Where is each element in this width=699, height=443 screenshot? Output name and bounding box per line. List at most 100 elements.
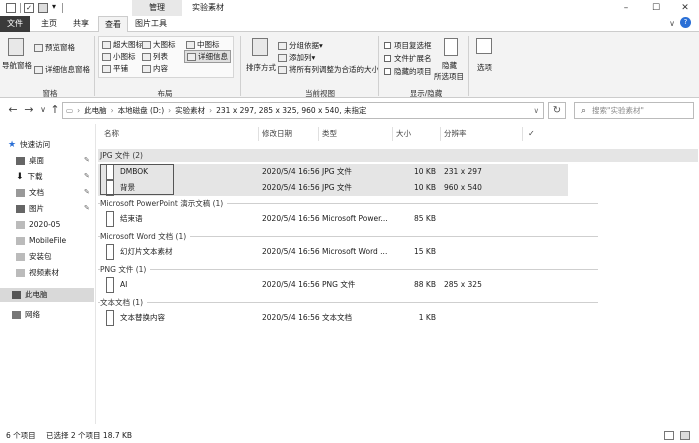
- column-header-name[interactable]: 名称: [104, 127, 119, 141]
- layout-extra-large-icons[interactable]: 超大图标: [102, 39, 143, 50]
- tab-view[interactable]: 查看: [98, 16, 128, 32]
- tab-file[interactable]: 文件: [0, 16, 30, 32]
- checkbox[interactable]: [384, 42, 391, 49]
- file-row-closing[interactable]: 结束语 2020/5/4 16:56 Microsoft Power... 85…: [98, 211, 568, 227]
- item-checkboxes-toggle[interactable]: 项目复选框: [384, 40, 432, 51]
- folder-icon: [6, 3, 16, 13]
- layout-details[interactable]: 详细信息: [184, 50, 231, 63]
- chevron-right-icon: ›: [77, 106, 81, 115]
- breadcrumb-drive[interactable]: 本地磁盘 (D:): [118, 105, 165, 116]
- group-by-button[interactable]: 分组依据 ▾: [278, 40, 323, 51]
- column-header-resolution[interactable]: 分辨率: [444, 127, 467, 141]
- navigation-pane-button[interactable]: 导航窗格: [2, 60, 32, 71]
- tab-home[interactable]: 主页: [34, 16, 64, 32]
- details-view-icon[interactable]: [664, 431, 674, 440]
- divider[interactable]: [318, 127, 319, 141]
- back-button[interactable]: ←: [6, 103, 20, 117]
- new-folder-icon[interactable]: [38, 3, 48, 13]
- minimize-button[interactable]: –: [612, 0, 640, 16]
- column-header-size[interactable]: 大小: [396, 127, 411, 141]
- options-button[interactable]: 选项: [477, 62, 492, 73]
- group-label: JPG 文件 (2): [100, 151, 143, 160]
- tab-share[interactable]: 共享: [66, 16, 96, 32]
- pc-icon: ▭: [66, 106, 74, 115]
- nav-documents[interactable]: 文档: [16, 186, 44, 200]
- file-extensions-toggle[interactable]: 文件扩展名: [384, 53, 432, 64]
- add-column-button[interactable]: 添加列 ▾: [278, 52, 315, 63]
- divider[interactable]: [522, 127, 523, 141]
- layout-small-icons[interactable]: 小图标: [102, 51, 136, 62]
- group-header-png[interactable]: PNG 文件 (1): [98, 263, 598, 276]
- nav-folder-video[interactable]: 视频素材: [16, 266, 59, 280]
- forward-button[interactable]: →: [22, 103, 36, 117]
- address-input[interactable]: ▭ › 此电脑 › 本地磁盘 (D:) › 实验素材 › 231 x 297, …: [62, 102, 544, 119]
- sort-by-button[interactable]: 排序方式: [246, 62, 276, 73]
- file-row-text-replace[interactable]: 文本替换内容 2020/5/4 16:56 文本文档 1 KB: [98, 310, 568, 326]
- checkbox[interactable]: [384, 68, 391, 75]
- hide-selected-icon[interactable]: [444, 38, 458, 56]
- pin-icon[interactable]: ✎: [84, 188, 90, 196]
- file-row-ai[interactable]: AI 2020/5/4 16:56 PNG 文件 88 KB 285 x 325: [98, 277, 568, 293]
- pin-icon[interactable]: ✎: [84, 156, 90, 164]
- group-header-jpg[interactable]: JPG 文件 (2): [98, 149, 598, 162]
- breadcrumb-this-pc[interactable]: 此电脑: [84, 105, 107, 116]
- maximize-button[interactable]: ☐: [642, 0, 670, 16]
- divider[interactable]: [392, 127, 393, 141]
- column-header-type[interactable]: 类型: [322, 127, 337, 141]
- hide-selected-label[interactable]: 隐藏: [442, 60, 457, 71]
- layout-medium-icons[interactable]: 中图标: [186, 39, 220, 50]
- preview-pane-button[interactable]: 预览窗格: [34, 42, 75, 53]
- help-icon[interactable]: ?: [680, 17, 691, 28]
- details-pane-button[interactable]: 详细信息窗格: [34, 64, 90, 75]
- up-button[interactable]: ↑: [48, 103, 62, 117]
- options-icon[interactable]: [476, 38, 492, 54]
- tab-picture-tools[interactable]: 图片工具: [130, 16, 172, 32]
- breadcrumb-folder[interactable]: 实验素材: [175, 105, 205, 116]
- preview-pane-label: 预览窗格: [45, 43, 75, 52]
- group-header-text[interactable]: 文本文档 (1): [98, 296, 598, 309]
- layout-large-icons[interactable]: 大图标: [142, 39, 176, 50]
- refresh-button[interactable]: ↻: [548, 102, 566, 119]
- divider[interactable]: [440, 127, 441, 141]
- breadcrumb-filter[interactable]: 231 x 297, 285 x 325, 960 x 540, 未指定: [216, 105, 366, 116]
- ribbon-collapse-icon[interactable]: ∨: [669, 19, 675, 28]
- size-columns-icon: [278, 65, 287, 74]
- search-input[interactable]: ⌕ 搜索"实验素材": [574, 102, 694, 119]
- search-placeholder: 搜索"实验素材": [592, 106, 644, 115]
- hidden-items-toggle[interactable]: 隐藏的项目: [384, 66, 432, 77]
- chevron-right-icon: ›: [168, 106, 172, 115]
- nav-pictures[interactable]: 图片: [16, 202, 44, 216]
- group-header-powerpoint[interactable]: Microsoft PowerPoint 演示文稿 (1): [98, 197, 598, 210]
- divider[interactable]: [258, 127, 259, 141]
- status-bar: 6 个项目 已选择 2 个项目 18.7 KB: [0, 428, 699, 443]
- nav-folder-installers[interactable]: 安装包: [16, 250, 52, 264]
- nav-quick-access[interactable]: ★ 快速访问: [8, 138, 50, 152]
- nav-network[interactable]: 网络: [12, 308, 40, 322]
- large-icons-view-icon[interactable]: [680, 431, 690, 440]
- navigation-pane-icon[interactable]: [8, 38, 24, 56]
- column-header-date[interactable]: 修改日期: [262, 127, 292, 141]
- qat-dropdown-icon[interactable]: ▾: [52, 2, 56, 11]
- size-all-columns-button[interactable]: 将所有列调整为合适的大小: [278, 64, 379, 75]
- nav-desktop[interactable]: 桌面: [16, 154, 44, 168]
- nav-folder-2020-05[interactable]: 2020-05: [16, 218, 60, 232]
- layout-tiles[interactable]: 平铺: [102, 63, 128, 74]
- checkbox[interactable]: [384, 55, 391, 62]
- file-type: JPG 文件: [322, 167, 352, 176]
- nav-downloads[interactable]: ⬇ 下载: [16, 170, 43, 184]
- layout-content[interactable]: 内容: [142, 63, 168, 74]
- address-dropdown-icon[interactable]: ∨: [534, 106, 540, 115]
- context-tab-manage[interactable]: 管理: [132, 0, 182, 16]
- pin-icon[interactable]: ✎: [84, 204, 90, 212]
- column-options-icon[interactable]: ✓: [528, 129, 535, 138]
- close-button[interactable]: ✕: [671, 0, 699, 16]
- nav-this-pc[interactable]: 此电脑: [0, 288, 94, 302]
- properties-icon[interactable]: ✓: [24, 3, 34, 13]
- pin-icon[interactable]: ✎: [84, 172, 90, 180]
- group-header-word[interactable]: Microsoft Word 文档 (1): [98, 230, 598, 243]
- sort-by-icon[interactable]: [252, 38, 268, 56]
- file-row-slide-text[interactable]: 幻灯片文本素材 2020/5/4 16:56 Microsoft Word ..…: [98, 244, 568, 260]
- nav-folder-mobilefile[interactable]: MobileFile: [16, 234, 66, 248]
- hide-selected-label-2[interactable]: 所选项目: [434, 71, 464, 82]
- layout-list[interactable]: 列表: [142, 51, 168, 62]
